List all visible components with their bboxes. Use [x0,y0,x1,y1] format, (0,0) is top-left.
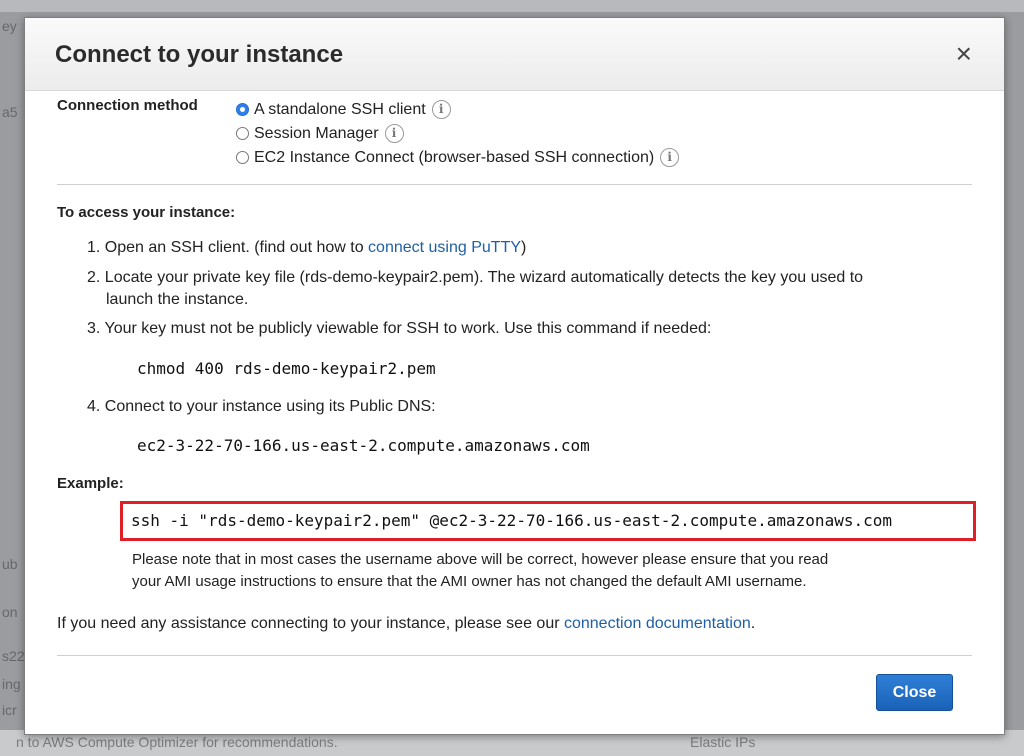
step-1: 1. Open an SSH client. (find out how to … [87,237,526,259]
bg-fragment: ing [2,676,21,692]
option-session-manager[interactable]: Session Manager i [236,124,404,143]
note-line-2: your AMI usage instructions to ensure th… [132,573,807,590]
divider [57,184,972,185]
bg-strip [0,0,1024,12]
footer-divider [57,655,972,656]
note-line-1: Please note that in most cases the usern… [132,551,829,568]
step-1-suffix: ) [521,239,527,256]
bg-fragment: s22 [2,648,25,664]
connect-dialog: Connect to your instance × Connection me… [24,17,1005,735]
putty-link[interactable]: connect using PuTTY [368,239,521,256]
bg-fragment: a5 [2,104,18,120]
assistance-suffix: . [750,615,756,632]
close-icon[interactable]: × [956,40,972,68]
dialog-header: Connect to your instance × [25,18,1004,91]
step-4: 4. Connect to your instance using its Pu… [87,398,436,415]
access-heading: To access your instance: [57,204,236,221]
bg-bottom-right-text: Elastic IPs [690,734,756,750]
bg-bottom-left-text: n to AWS Compute Optimizer for recommend… [16,734,338,750]
bg-fragment: ey [2,18,17,34]
bg-fragment: on [2,604,18,620]
step-2-line-1: 2. Locate your private key file (rds-dem… [87,269,864,286]
info-icon[interactable]: i [384,124,404,143]
info-icon[interactable]: i [660,148,680,167]
example-heading: Example: [57,475,124,492]
close-button[interactable]: Close [876,674,953,711]
connection-method-label: Connection method [57,97,198,114]
bg-fragment: ub [2,556,18,572]
assistance-text: If you need any assistance connecting to… [57,615,755,633]
radio-selected-icon[interactable] [236,103,249,116]
step-2-line-2: launch the instance. [106,291,249,308]
option-label: Session Manager [254,124,379,142]
step-3: 3. Your key must not be publicly viewabl… [87,320,712,337]
step-2: 2. Locate your private key file (rds-dem… [87,267,863,311]
ssh-command: ssh -i "rds-demo-keypair2.pem" @ec2-3-22… [131,511,892,530]
connection-documentation-link[interactable]: connection documentation [564,615,751,632]
assistance-prefix: If you need any assistance connecting to… [57,615,564,632]
option-label: EC2 Instance Connect (browser-based SSH … [254,148,655,166]
dialog-title: Connect to your instance [55,41,344,68]
bg-fragment: icr [2,702,17,718]
step-1-text: 1. Open an SSH client. (find out how to [87,239,369,256]
radio-icon[interactable] [236,127,249,140]
public-dns: ec2-3-22-70-166.us-east-2.compute.amazon… [137,436,590,455]
radio-icon[interactable] [236,151,249,164]
info-icon[interactable]: i [431,100,451,119]
option-label: A standalone SSH client [254,100,426,118]
chmod-command: chmod 400 rds-demo-keypair2.pem [137,359,436,378]
option-standalone-ssh[interactable]: A standalone SSH client i [236,100,451,119]
option-instance-connect[interactable]: EC2 Instance Connect (browser-based SSH … [236,148,680,167]
